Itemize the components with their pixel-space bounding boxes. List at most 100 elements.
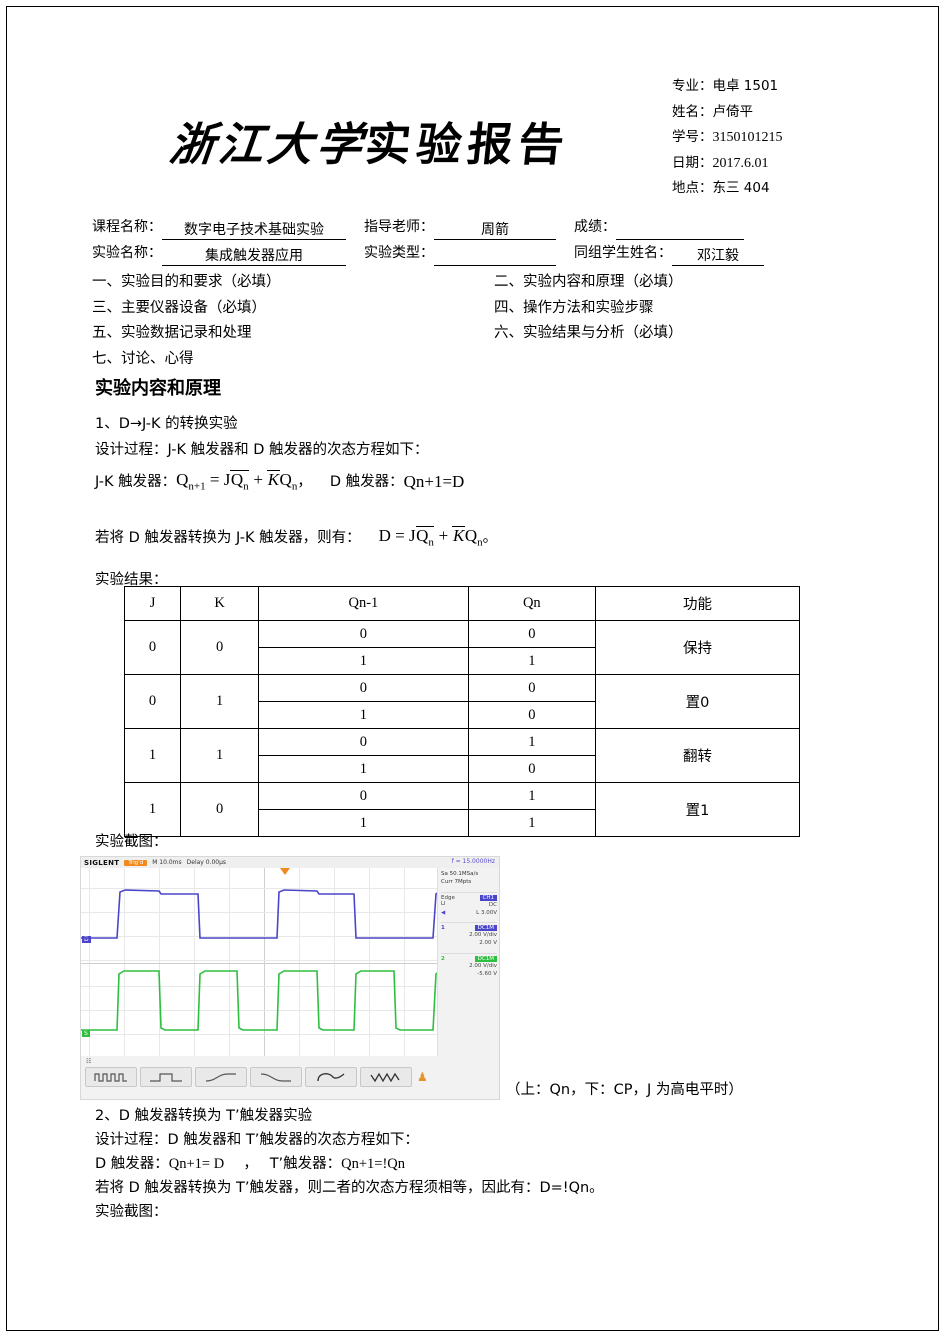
falling-edge-icon[interactable]	[250, 1067, 302, 1087]
conversion-line: 若将 D 触发器转换为 J-K 触发器，则有： D = JQn + KQn 。	[95, 526, 497, 550]
waveform-button-row: ♟	[85, 1067, 428, 1087]
screenshot-label: 实验截图：	[95, 834, 168, 850]
experiment-type-value[interactable]	[434, 246, 556, 266]
teacher-label: 指导老师：	[364, 219, 434, 235]
experiment-type-label: 实验类型：	[364, 245, 434, 261]
university-name: 浙江大学	[166, 120, 369, 170]
person-icon[interactable]: ♟	[417, 1070, 428, 1084]
table-row: 0 1 0 0 置0	[123, 674, 800, 729]
outline-item-3: 三、主要仪器设备（必填）	[92, 299, 266, 316]
table-header-row: J K Qn-1 Qn 功能	[123, 586, 800, 621]
header-qn: Qn	[467, 586, 597, 621]
jk-equation-line: J-K 触发器： Qn+1 = JQn + KQn ， D 触发器： Qn+1=…	[95, 470, 464, 494]
cell-j: 1	[123, 728, 182, 783]
table-row: 0 0 0 0 保持	[123, 620, 800, 675]
jk-label: J-K 触发器：	[95, 474, 177, 490]
cell-k: 1	[180, 728, 260, 783]
header-j: J	[123, 586, 182, 621]
teacher-value[interactable]: 周箭	[434, 220, 556, 240]
item2-t-label: T’触发器：	[269, 1156, 342, 1172]
body-title: 实验内容和原理	[95, 378, 221, 399]
oscilloscope-screenshot: SIGLENT Trig'd M 10.0ms Delay 0.00µs f =…	[80, 856, 500, 1100]
course-fields: 课程名称： 数字电子技术基础实验 指导老师： 周箭 成绩： 实验名称： 集成触发…	[92, 214, 852, 266]
frequency-readout: f = 15.0000Hz	[451, 858, 495, 865]
d-conversion-formula: D = JQn + KQn	[378, 526, 483, 549]
cell-qn-1: 1	[258, 755, 469, 783]
scope-status-bar: SIGLENT Trig'd M 10.0ms Delay 0.00µs f =…	[81, 857, 499, 868]
truth-table: J K Qn-1 Qn 功能 0 0 0 0 保持 1 1 0 1 0 0 置0…	[123, 586, 800, 837]
trigger-level-readout: L 3.00V	[476, 910, 497, 916]
d-equation: Qn+1=D	[403, 472, 465, 491]
cell-qn-1: 1	[258, 701, 469, 729]
cell-qn: 1	[467, 728, 597, 756]
ch2-offset: -5.60 V	[477, 971, 497, 977]
item2-t-equation: Qn+1=!Qn	[341, 1156, 406, 1172]
outline-item-8	[494, 347, 852, 373]
header-function: 功能	[595, 586, 800, 621]
outline-row: 五、实验数据记录和处理 六、实验结果与分析（必填）	[92, 321, 852, 347]
cell-j: 1	[123, 782, 182, 837]
trigger-settings-block[interactable]: Edge CH1 ⨿ DC ◀ L 3.00V	[441, 892, 497, 916]
sample-rate-readout: Sa 50.1MSa/s	[441, 871, 479, 877]
partner-value[interactable]: 邓江毅	[672, 246, 764, 266]
cell-qn-1: 1	[258, 647, 469, 675]
ch1-scale: 2.00 V/div	[469, 932, 497, 938]
ch1-number: 1	[441, 925, 445, 931]
partner-label: 同组学生姓名：	[574, 245, 672, 261]
timebase-readout: M 10.0ms	[152, 859, 182, 866]
cell-k: 0	[180, 782, 260, 837]
outline-row: 三、主要仪器设备（必填） 四、操作方法和实验步骤	[92, 296, 852, 322]
ch1-trace	[81, 889, 439, 939]
cell-qn: 0	[467, 755, 597, 783]
document-header: 浙江大学实验报告 专业：电卓 1501 姓名：卢倚平 学号：3150101215…	[0, 60, 945, 210]
figure-caption: （上：Qn，下：CP，J 为高电平时）	[506, 1082, 743, 1098]
d-label: D 触发器：	[329, 474, 404, 490]
cell-qn: 1	[467, 647, 597, 675]
item1-heading: 1、D→J-K 的转换实验	[95, 416, 238, 432]
channel2-block[interactable]: 2 DC1M 2.00 V/div -5.60 V	[441, 953, 497, 978]
outline-item-5: 五、实验数据记录和处理	[92, 325, 252, 341]
cell-qn: 0	[467, 674, 597, 702]
course-name-value[interactable]: 数字电子技术基础实验	[162, 220, 346, 240]
cell-qn-1: 0	[258, 674, 469, 702]
channel1-block[interactable]: 1 DC1M 2.00 V/div 2.00 V	[441, 922, 497, 947]
meta-name: 姓名：卢倚平	[672, 103, 753, 120]
item2-screenshot-label: 实验截图：	[95, 1204, 168, 1220]
overshoot-icon[interactable]	[305, 1067, 357, 1087]
cell-qn-1: 1	[258, 809, 469, 837]
score-value[interactable]	[616, 220, 744, 240]
outline-item-1: 一、实验目的和要求（必填）	[92, 274, 281, 290]
jk-formula: Qn+1 = JQn + KQn	[176, 470, 298, 493]
outline-item-2: 二、实验内容和原理（必填）	[494, 274, 683, 290]
single-pulse-icon[interactable]	[140, 1067, 192, 1087]
cell-k: 1	[180, 674, 260, 729]
trigger-coupling-label: DC	[488, 901, 497, 908]
outline-item-7: 七、讨论、心得	[92, 350, 194, 367]
document-page: 浙江大学实验报告 专业：电卓 1501 姓名：卢倚平 学号：3150101215…	[0, 0, 945, 1337]
cell-k: 0	[180, 620, 260, 675]
meta-student-id: 学号：3150101215	[672, 129, 783, 145]
meta-major: 专业：电卓 1501	[672, 78, 779, 94]
rising-edge-icon[interactable]	[195, 1067, 247, 1087]
course-name-label: 课程名称：	[92, 219, 162, 235]
table-row: 1 1 0 1 翻转	[123, 728, 800, 783]
cell-function: 置1	[595, 782, 800, 837]
outline-row: 一、实验目的和要求（必填） 二、实验内容和原理（必填）	[92, 270, 852, 296]
table-row: 1 0 0 1 置1	[123, 782, 800, 837]
item2-design-text: 设计过程：D 触发器和 T’触发器的次态方程如下：	[95, 1132, 419, 1148]
cell-qn: 0	[467, 620, 597, 648]
cell-qn-1: 0	[258, 782, 469, 810]
meta-date: 日期：2017.6.01	[672, 154, 769, 171]
item2-d-equation: Qn+1= D	[168, 1156, 225, 1172]
cell-function: 保持	[595, 620, 800, 675]
score-label: 成绩：	[574, 219, 616, 235]
screenshot-mini-icon: ☷	[86, 1058, 92, 1065]
square-pulse-train-icon[interactable]	[85, 1067, 137, 1087]
item2-heading: 2、D 触发器转换为 T’触发器实验	[95, 1108, 313, 1124]
cell-j: 0	[123, 620, 182, 675]
experiment-name-value[interactable]: 集成触发器应用	[162, 246, 346, 266]
report-type: 实验报告	[362, 120, 573, 170]
memory-depth-readout: Curr 7Mpts	[441, 879, 472, 885]
ch1-offset: 2.00 V	[479, 940, 497, 946]
ringing-icon[interactable]	[360, 1067, 412, 1087]
